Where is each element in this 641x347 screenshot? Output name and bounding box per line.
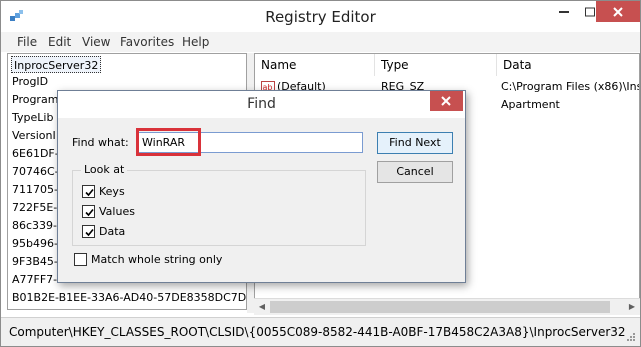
menu-bar: File Edit View Favorites Help xyxy=(1,32,640,52)
close-icon xyxy=(613,6,623,17)
title-bar: Registry Editor xyxy=(1,1,640,32)
horizontal-scrollbar[interactable]: ◀ ▶ xyxy=(254,298,640,315)
menu-help[interactable]: Help xyxy=(182,35,209,49)
find-what-input[interactable] xyxy=(136,132,363,153)
column-header-data[interactable]: Data xyxy=(497,54,639,76)
checkmark-icon xyxy=(85,228,94,237)
menu-view[interactable]: View xyxy=(82,35,110,49)
tree-item[interactable]: B01B2E-B1EE-33A6-AD40-57DE8358DC7D} xyxy=(12,289,246,306)
find-dialog: Find Find what: Find Next Cancel Look at… xyxy=(57,90,466,283)
find-what-label: Find what: xyxy=(72,136,129,149)
look-at-label: Look at xyxy=(81,163,128,176)
menu-file[interactable]: File xyxy=(17,35,37,49)
cancel-button[interactable]: Cancel xyxy=(377,161,453,183)
find-next-button[interactable]: Find Next xyxy=(377,132,453,154)
values-label: Values xyxy=(99,205,135,218)
dialog-title-bar: Find xyxy=(58,91,465,118)
tree-item[interactable]: TypeLib xyxy=(12,109,53,126)
scroll-right-icon[interactable]: ▶ xyxy=(625,301,639,313)
match-whole-string-label: Match whole string only xyxy=(91,253,223,266)
tree-item[interactable]: Program xyxy=(12,91,58,108)
checkmark-icon xyxy=(85,188,94,197)
keys-label: Keys xyxy=(99,185,125,198)
minimize-button[interactable] xyxy=(551,1,577,22)
menu-edit[interactable]: Edit xyxy=(48,35,71,49)
menu-favorites[interactable]: Favorites xyxy=(120,35,174,49)
data-checkbox[interactable] xyxy=(82,225,95,238)
checkmark-icon xyxy=(85,208,94,217)
status-path: Computer\HKEY_CLASSES_ROOT\CLSID\{0055C0… xyxy=(9,325,626,339)
tree-item[interactable]: 95b496-f xyxy=(12,235,62,252)
match-whole-string-checkbox[interactable] xyxy=(74,253,87,266)
scroll-left-icon[interactable]: ◀ xyxy=(255,301,269,313)
values-checkbox[interactable] xyxy=(82,205,95,218)
keys-checkbox[interactable] xyxy=(82,185,95,198)
dialog-close-button[interactable] xyxy=(430,91,463,111)
value-data: Apartment xyxy=(501,98,560,111)
tree-item-inprocserver32[interactable]: InprocServer32 xyxy=(11,56,102,73)
value-data: C:\Program Files (x86)\Inst xyxy=(501,80,640,93)
close-icon xyxy=(441,96,451,106)
column-header-name[interactable]: Name xyxy=(255,54,375,76)
tree-item[interactable]: ProgID xyxy=(12,73,48,90)
dialog-title: Find xyxy=(247,96,276,112)
minimize-icon xyxy=(559,10,569,13)
maximize-icon xyxy=(585,7,595,16)
data-label: Data xyxy=(99,225,126,238)
scrollbar-thumb[interactable] xyxy=(270,301,610,313)
close-button[interactable] xyxy=(596,1,640,22)
column-header-type[interactable]: Type xyxy=(375,54,497,76)
window-title: Registry Editor xyxy=(265,8,376,26)
status-bar: Computer\HKEY_CLASSES_ROOT\CLSID\{0055C0… xyxy=(1,317,640,346)
tree-item[interactable]: VersionI xyxy=(12,127,56,144)
resize-grip-icon[interactable] xyxy=(626,332,636,342)
